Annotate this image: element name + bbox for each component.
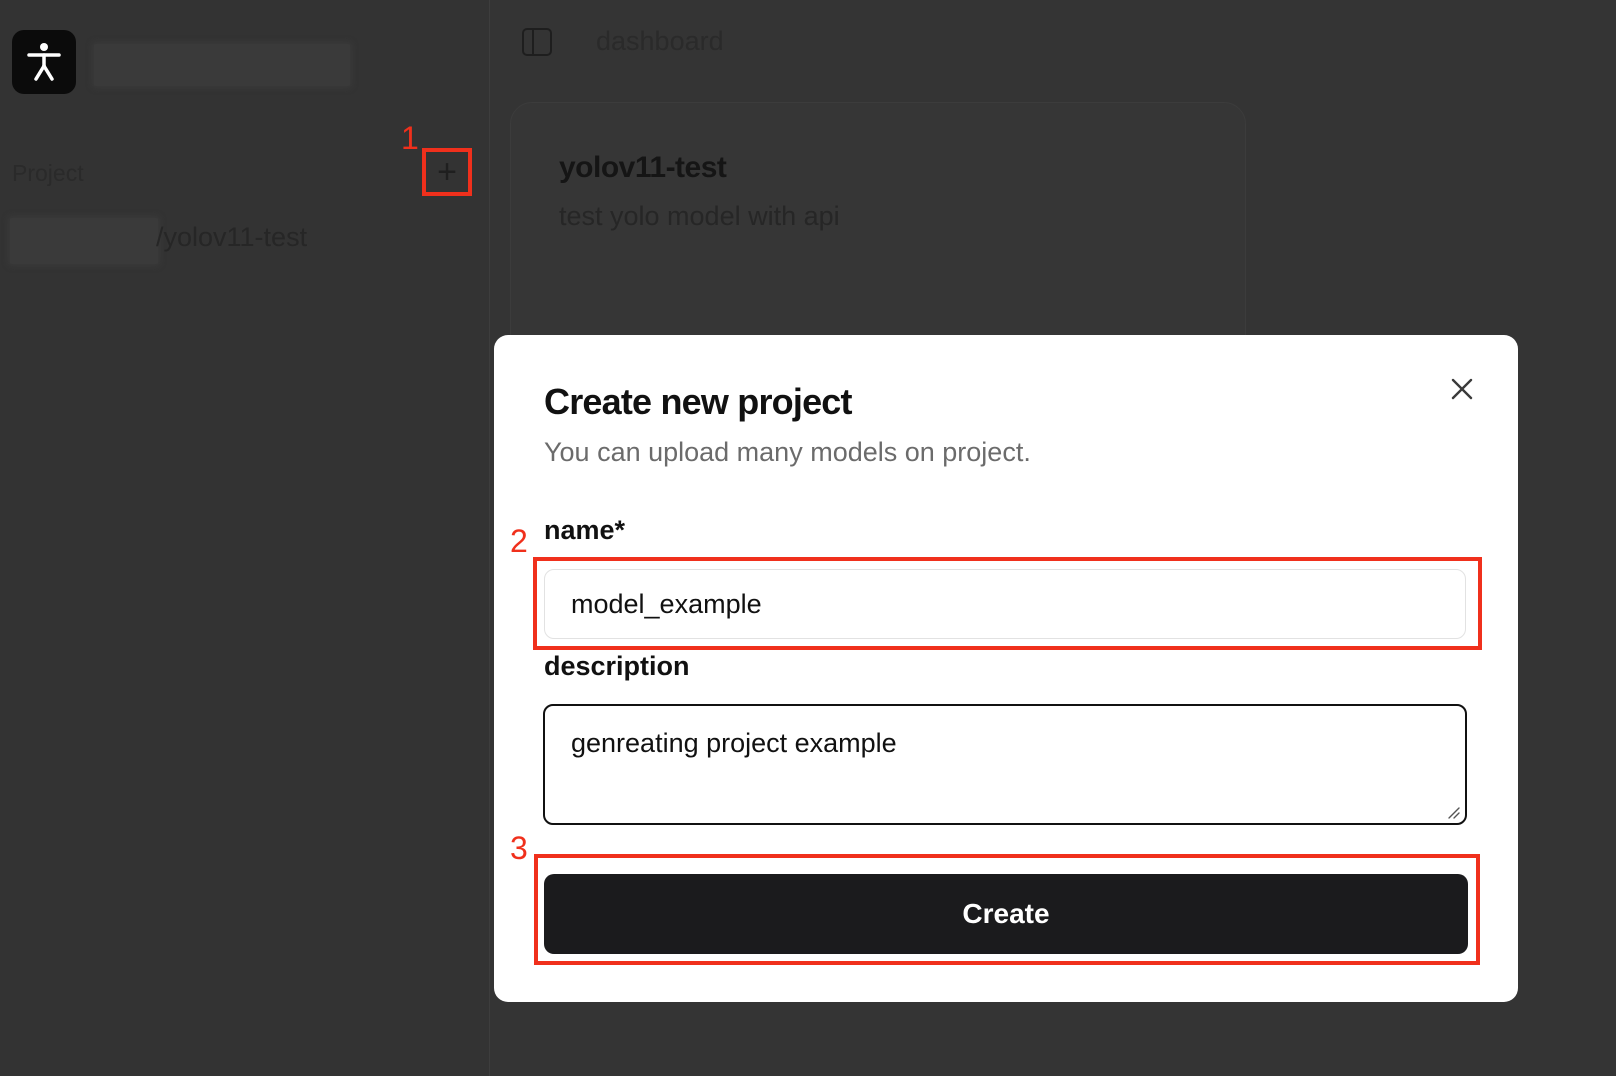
- sidebar-item-project[interactable]: /yolov11-test: [156, 222, 307, 253]
- project-card-description: test yolo model with api: [559, 201, 840, 231]
- description-textarea[interactable]: genreating project example: [543, 704, 1467, 825]
- sidebar: Project + /yolov11-test: [0, 0, 490, 1076]
- section-label-project: Project: [12, 160, 84, 186]
- accessibility-icon: [27, 43, 61, 81]
- annotation-step-3: 3: [510, 830, 528, 866]
- redacted-org-name: [94, 44, 350, 86]
- breadcrumb[interactable]: dashboard: [596, 26, 724, 57]
- close-icon: [1451, 378, 1473, 400]
- description-label: description: [544, 651, 690, 681]
- resize-grip-icon[interactable]: [1446, 805, 1460, 819]
- add-project-button[interactable]: +: [422, 148, 472, 196]
- annotation-step-1: 1: [401, 120, 419, 156]
- app-logo[interactable]: [12, 30, 76, 94]
- dialog-title: Create new project: [544, 381, 853, 422]
- close-button[interactable]: [1444, 371, 1480, 407]
- annotation-step-2: 2: [510, 523, 528, 559]
- name-label: name*: [544, 515, 626, 545]
- redacted-owner-name: [10, 218, 158, 264]
- dialog-subtitle: You can upload many models on project.: [544, 437, 1031, 467]
- sidebar-toggle-icon[interactable]: [522, 28, 552, 56]
- create-button[interactable]: Create: [544, 874, 1468, 954]
- project-card-title: yolov11-test: [559, 151, 727, 184]
- name-input[interactable]: [544, 569, 1466, 639]
- create-project-dialog: Create new project You can upload many m…: [494, 335, 1518, 1002]
